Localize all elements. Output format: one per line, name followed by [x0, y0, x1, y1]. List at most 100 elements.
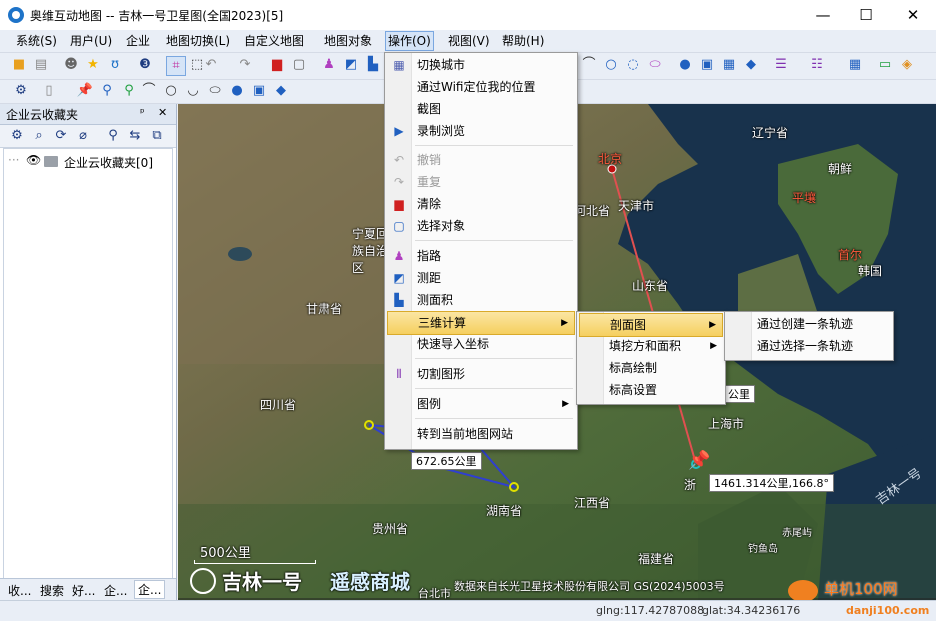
select-object-icon[interactable]: ▢	[290, 56, 308, 74]
submenu-item-create-track[interactable]: 通过创建一条轨迹	[727, 313, 891, 335]
menu-view[interactable]: 视图(V)	[446, 32, 492, 50]
attach-icon[interactable]: ⌀	[74, 127, 92, 145]
menu-enterprise[interactable]: 企业	[124, 32, 152, 50]
menu-item-switch-city[interactable]: ▦ 切换城市	[387, 54, 575, 76]
menu-item-3d-calc[interactable]: 三维计算 ▶	[387, 311, 575, 335]
fill-square-icon[interactable]: ▦	[720, 56, 738, 74]
polygon2-icon[interactable]: ◆	[272, 82, 290, 100]
map-pushpin-icon[interactable]: 📌	[688, 450, 710, 471]
draw-polyline-icon[interactable]: ⌗	[166, 56, 186, 76]
panel-title: 企业云收藏夹	[6, 108, 79, 122]
menu-system[interactable]: 系统(S)	[14, 32, 59, 50]
search-icon[interactable]: ⌕	[30, 127, 48, 145]
menu-operation[interactable]: 操作(O)	[385, 31, 434, 51]
area-icon[interactable]: ▙	[364, 56, 382, 74]
location-icon[interactable]: ⚲	[104, 127, 122, 145]
menu-item-cut-shape[interactable]: ⫴ 切割图形	[387, 363, 575, 385]
brand-store: 遥感商城	[330, 570, 410, 594]
settings-icon[interactable]: ⚙	[12, 82, 30, 100]
submenu-item-cut-fill[interactable]: 填挖方和面积 ▶	[579, 335, 723, 357]
menu-item-record[interactable]: ▶ 录制浏览	[387, 120, 575, 142]
scale-label: 500公里	[200, 546, 251, 561]
tree-item[interactable]: ··· 👁 企业云收藏夹[0]	[8, 153, 168, 171]
menu-item-measure-area[interactable]: ▙ 测面积	[387, 289, 575, 311]
tab-friends[interactable]: 好...	[72, 582, 95, 599]
document-icon[interactable]: ▯	[40, 82, 58, 100]
open-folder-icon[interactable]: ■	[10, 56, 28, 74]
tab-enterprise[interactable]: 企...	[104, 582, 127, 599]
list-icon[interactable]: ☰	[772, 56, 790, 74]
minimize-button[interactable]: —	[800, 0, 846, 30]
menu-item-import-coords[interactable]: 快速导入坐标	[387, 333, 575, 355]
chat-icon[interactable]: ▭	[876, 56, 894, 74]
tab-favorites[interactable]: 收...	[8, 582, 31, 599]
close-button[interactable]: ✕	[890, 0, 936, 30]
menu-custom-map[interactable]: 自定义地图	[242, 32, 306, 50]
menu-item-measure-distance[interactable]: ◩ 测距	[387, 267, 575, 289]
submenu-item-select-track[interactable]: 通过选择一条轨迹	[727, 335, 891, 357]
menu-item-clear[interactable]: ▆ 清除	[387, 193, 575, 215]
ruler-icon[interactable]: ◩	[342, 56, 360, 74]
arc-icon[interactable]: ⌒	[580, 56, 598, 74]
pin-icon[interactable]: ᵖ	[140, 106, 145, 119]
fill-circle-icon[interactable]: ●	[676, 56, 694, 74]
3d-icon[interactable]: ❸	[136, 56, 154, 74]
pin-person-icon[interactable]: ♟	[320, 56, 338, 74]
sync-icon[interactable]: ⇆	[126, 127, 144, 145]
settings-icon[interactable]: ⚙	[8, 127, 26, 145]
undo-icon[interactable]: ↶	[202, 56, 220, 74]
circle-icon[interactable]: ○	[602, 56, 620, 74]
redo-icon[interactable]: ↷	[236, 56, 254, 74]
arc-outline-icon[interactable]: ◡	[184, 82, 202, 100]
menu-item-undo[interactable]: ↶ 撤销	[387, 149, 575, 171]
submenu-3d-calc: 剖面图 ▶ 填挖方和面积 ▶ 标高绘制 标高设置	[576, 311, 726, 405]
menu-item-go-to-site[interactable]: 转到当前地图网站	[387, 423, 575, 445]
fill-circle2-icon[interactable]: ●	[228, 82, 246, 100]
users-icon[interactable]: ☻	[62, 56, 80, 74]
polygon-icon[interactable]: ◆	[742, 56, 760, 74]
bullet-list-icon[interactable]: ☷	[808, 56, 826, 74]
submenu-item-elevation-settings[interactable]: 标高设置	[579, 379, 723, 401]
fill-rect2-icon[interactable]: ▣	[250, 82, 268, 100]
tab-search[interactable]: 搜索	[40, 582, 64, 599]
circle-outline-icon[interactable]: ○	[162, 82, 180, 100]
arc2-icon[interactable]: ◌	[624, 56, 642, 74]
menu-separator	[415, 145, 573, 146]
panel-header: 企业云收藏夹 ᵖ ✕	[0, 104, 176, 125]
refresh-icon[interactable]: ⟳	[52, 127, 70, 145]
favorite-star-icon[interactable]: ★	[84, 56, 102, 74]
menu-item-directions[interactable]: ♟ 指路	[387, 245, 575, 267]
menu-help[interactable]: 帮助(H)	[500, 32, 546, 50]
menu-item-legend[interactable]: 图例 ▶	[387, 393, 575, 415]
tab-enterprise-cloud[interactable]: 企...	[134, 580, 166, 599]
menu-item-redo[interactable]: ↷ 重复	[387, 171, 575, 193]
menu-map-objects[interactable]: 地图对象	[322, 32, 374, 50]
link-icon[interactable]: ⧉	[148, 127, 166, 145]
submenu-arrow-icon: ▶	[709, 320, 716, 330]
route-icon[interactable]: ʊ	[106, 56, 124, 74]
maximize-button[interactable]: ☐	[843, 0, 889, 30]
submenu-item-elevation-draw[interactable]: 标高绘制	[579, 357, 723, 379]
favorites-tree: ··· 👁 企业云收藏夹[0]	[3, 148, 173, 580]
pushpin-green-icon[interactable]: ⚲	[120, 82, 138, 100]
ellipse-icon[interactable]: ⬭	[646, 56, 664, 74]
line-icon[interactable]: ⌒	[140, 82, 158, 100]
gem-icon[interactable]: ◈	[898, 56, 916, 74]
pushpin-blue-icon[interactable]: ⚲	[98, 82, 116, 100]
save-icon[interactable]: ▤	[32, 56, 50, 74]
area-icon: ▙	[394, 293, 404, 307]
fill-rect-icon[interactable]: ▣	[698, 56, 716, 74]
panel-close-icon[interactable]: ✕	[158, 106, 167, 119]
video-icon: ▶	[394, 124, 404, 138]
menu-item-screenshot[interactable]: 截图	[387, 98, 575, 120]
submenu-item-profile[interactable]: 剖面图 ▶	[579, 313, 723, 337]
ellipse-outline-icon[interactable]: ⬭	[206, 82, 224, 100]
eye-icon[interactable]: 👁	[26, 153, 41, 167]
delete-icon[interactable]: ▆	[268, 56, 286, 74]
menu-user[interactable]: 用户(U)	[68, 32, 114, 50]
grid-icon[interactable]: ▦	[846, 56, 864, 74]
menu-item-select-object[interactable]: ▢ 选择对象	[387, 215, 575, 237]
menu-map-switch[interactable]: 地图切换(L)	[164, 32, 232, 50]
pushpin-yellow-icon[interactable]: 📌	[76, 82, 94, 100]
menu-item-wifi-locate[interactable]: 通过Wifi定位我的位置	[387, 76, 575, 98]
